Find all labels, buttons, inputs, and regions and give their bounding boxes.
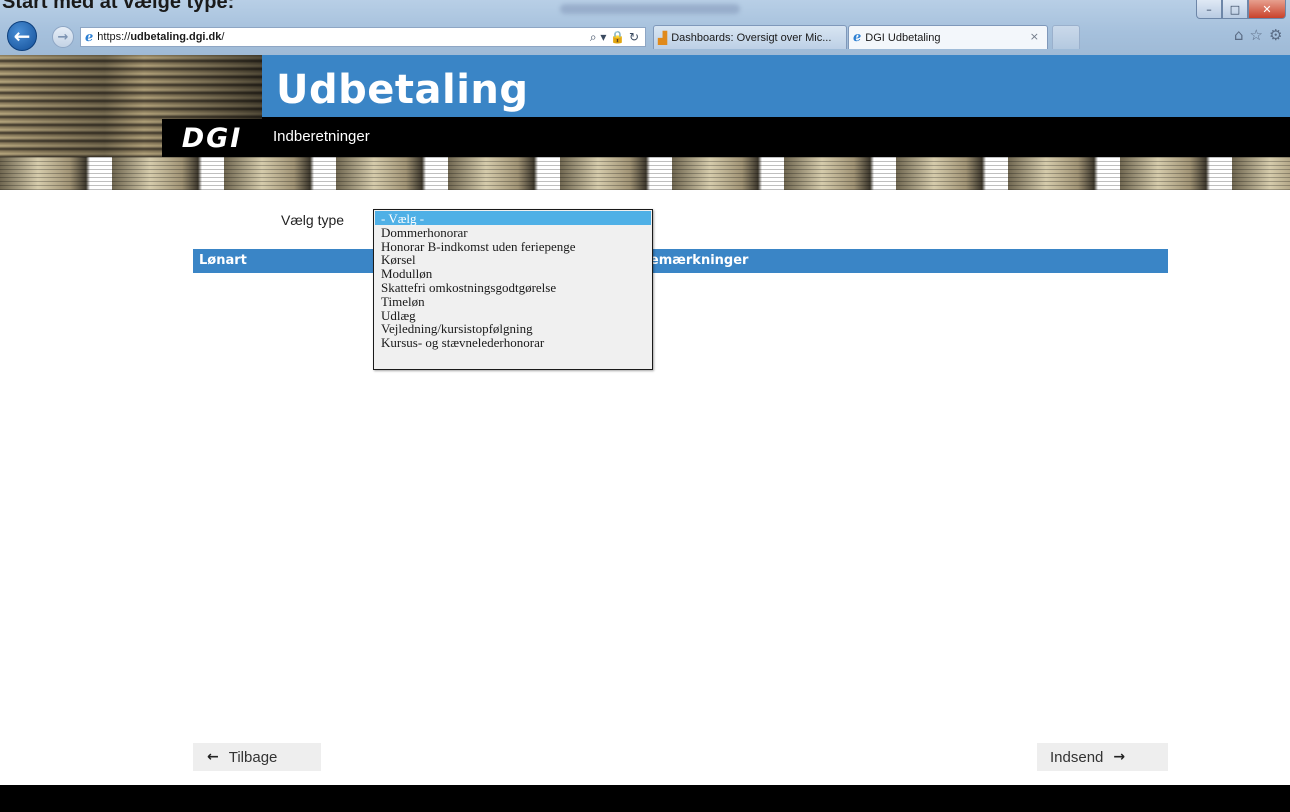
browser-toolbar: ⌂ ☆ ⚙ [1234, 26, 1282, 44]
settings-icon[interactable]: ⚙ [1269, 26, 1282, 44]
type-option[interactable]: Udlæg [375, 308, 651, 323]
coin-band-image [0, 157, 1290, 190]
dashboard-icon: ▟ [658, 30, 668, 45]
tab-label: Dashboards: Oversigt over Mic... [671, 31, 832, 44]
page-title: Udbetaling [276, 67, 529, 113]
column-header-lonart: Lønart [199, 253, 247, 268]
type-label: Vælg type [281, 212, 345, 228]
dgi-logo: DGI [162, 119, 262, 157]
document-caption: Start med at vælge type: [2, 0, 235, 13]
forward-nav-button[interactable]: → [52, 26, 74, 48]
type-option[interactable]: Honorar B-indkomst uden feriepenge [375, 239, 651, 254]
column-header-label: Bemærkninger [651, 253, 749, 268]
favorites-icon[interactable]: ☆ [1250, 26, 1263, 44]
close-window-button[interactable]: ✕ [1248, 0, 1286, 19]
window-title-bar [560, 4, 740, 14]
dgi-logo-text: DGI [181, 122, 243, 154]
type-select-dropdown[interactable]: - Vælg - Dommerhonorar Honorar B-indkoms… [373, 209, 653, 370]
submit-button-label: Indsend [1050, 748, 1104, 766]
tab-label: DGI Udbetaling [865, 31, 941, 44]
new-tab-button[interactable] [1052, 25, 1080, 49]
type-option[interactable]: - Vælg - [375, 211, 651, 226]
back-nav-button[interactable]: ← [7, 21, 37, 51]
page-subtitle: Indberetninger [273, 128, 370, 145]
type-option[interactable]: Skattefri omkostningsgodtgørelse [375, 280, 651, 295]
tab-dashboards[interactable]: ▟ Dashboards: Oversigt over Mic... [653, 25, 847, 49]
back-button[interactable]: ← Tilbage [193, 743, 321, 771]
back-arrow-icon: ← [13, 24, 31, 48]
submit-button[interactable]: Indsend → [1037, 743, 1168, 771]
tab-dgi-udbetaling[interactable]: ℯ DGI Udbetaling × [848, 25, 1048, 49]
url-scheme: https:// [97, 31, 131, 43]
address-bar[interactable]: ℯ https://udbetaling.dgi.dk/ ⌕ ▾ 🔒 ↻ [80, 27, 646, 47]
url-domain: udbetaling.dgi.dk [130, 31, 222, 43]
type-option[interactable]: Vejledning/kursistopfølgning [375, 321, 651, 336]
type-option[interactable]: Timeløn [375, 294, 651, 309]
maximize-button[interactable]: □ [1222, 0, 1248, 19]
back-button-label: Tilbage [228, 748, 278, 766]
close-tab-icon[interactable]: × [1030, 30, 1039, 43]
minimize-button[interactable]: – [1196, 0, 1222, 19]
ie-icon: ℯ [853, 30, 862, 45]
header-subtitle-bar [262, 117, 1290, 157]
address-tools-icons[interactable]: ⌕ ▾ 🔒 ↻ [590, 30, 639, 45]
forward-arrow-icon: → [57, 29, 69, 45]
type-option[interactable]: Modulløn [375, 266, 651, 281]
arrow-right-icon: → [1113, 749, 1126, 765]
type-option[interactable]: Dommerhonorar [375, 225, 651, 240]
browser-chrome: Start med at vælge type: – □ ✕ ← → ℯ htt… [0, 0, 1290, 55]
type-option[interactable]: Kursus- og stævnelederhonorar [375, 335, 651, 350]
address-url[interactable]: https://udbetaling.dgi.dk/ [97, 31, 224, 43]
home-icon[interactable]: ⌂ [1234, 26, 1244, 44]
arrow-left-icon: ← [207, 749, 219, 765]
site-header: Udbetaling Indberetninger DGI [0, 55, 1290, 190]
ie-icon: ℯ [85, 29, 94, 45]
footer-bar [0, 785, 1290, 812]
type-option[interactable]: Kørsel [375, 252, 651, 267]
url-path: / [221, 31, 225, 43]
column-header-bemaerkninger: Bemærkninger [651, 249, 1168, 273]
